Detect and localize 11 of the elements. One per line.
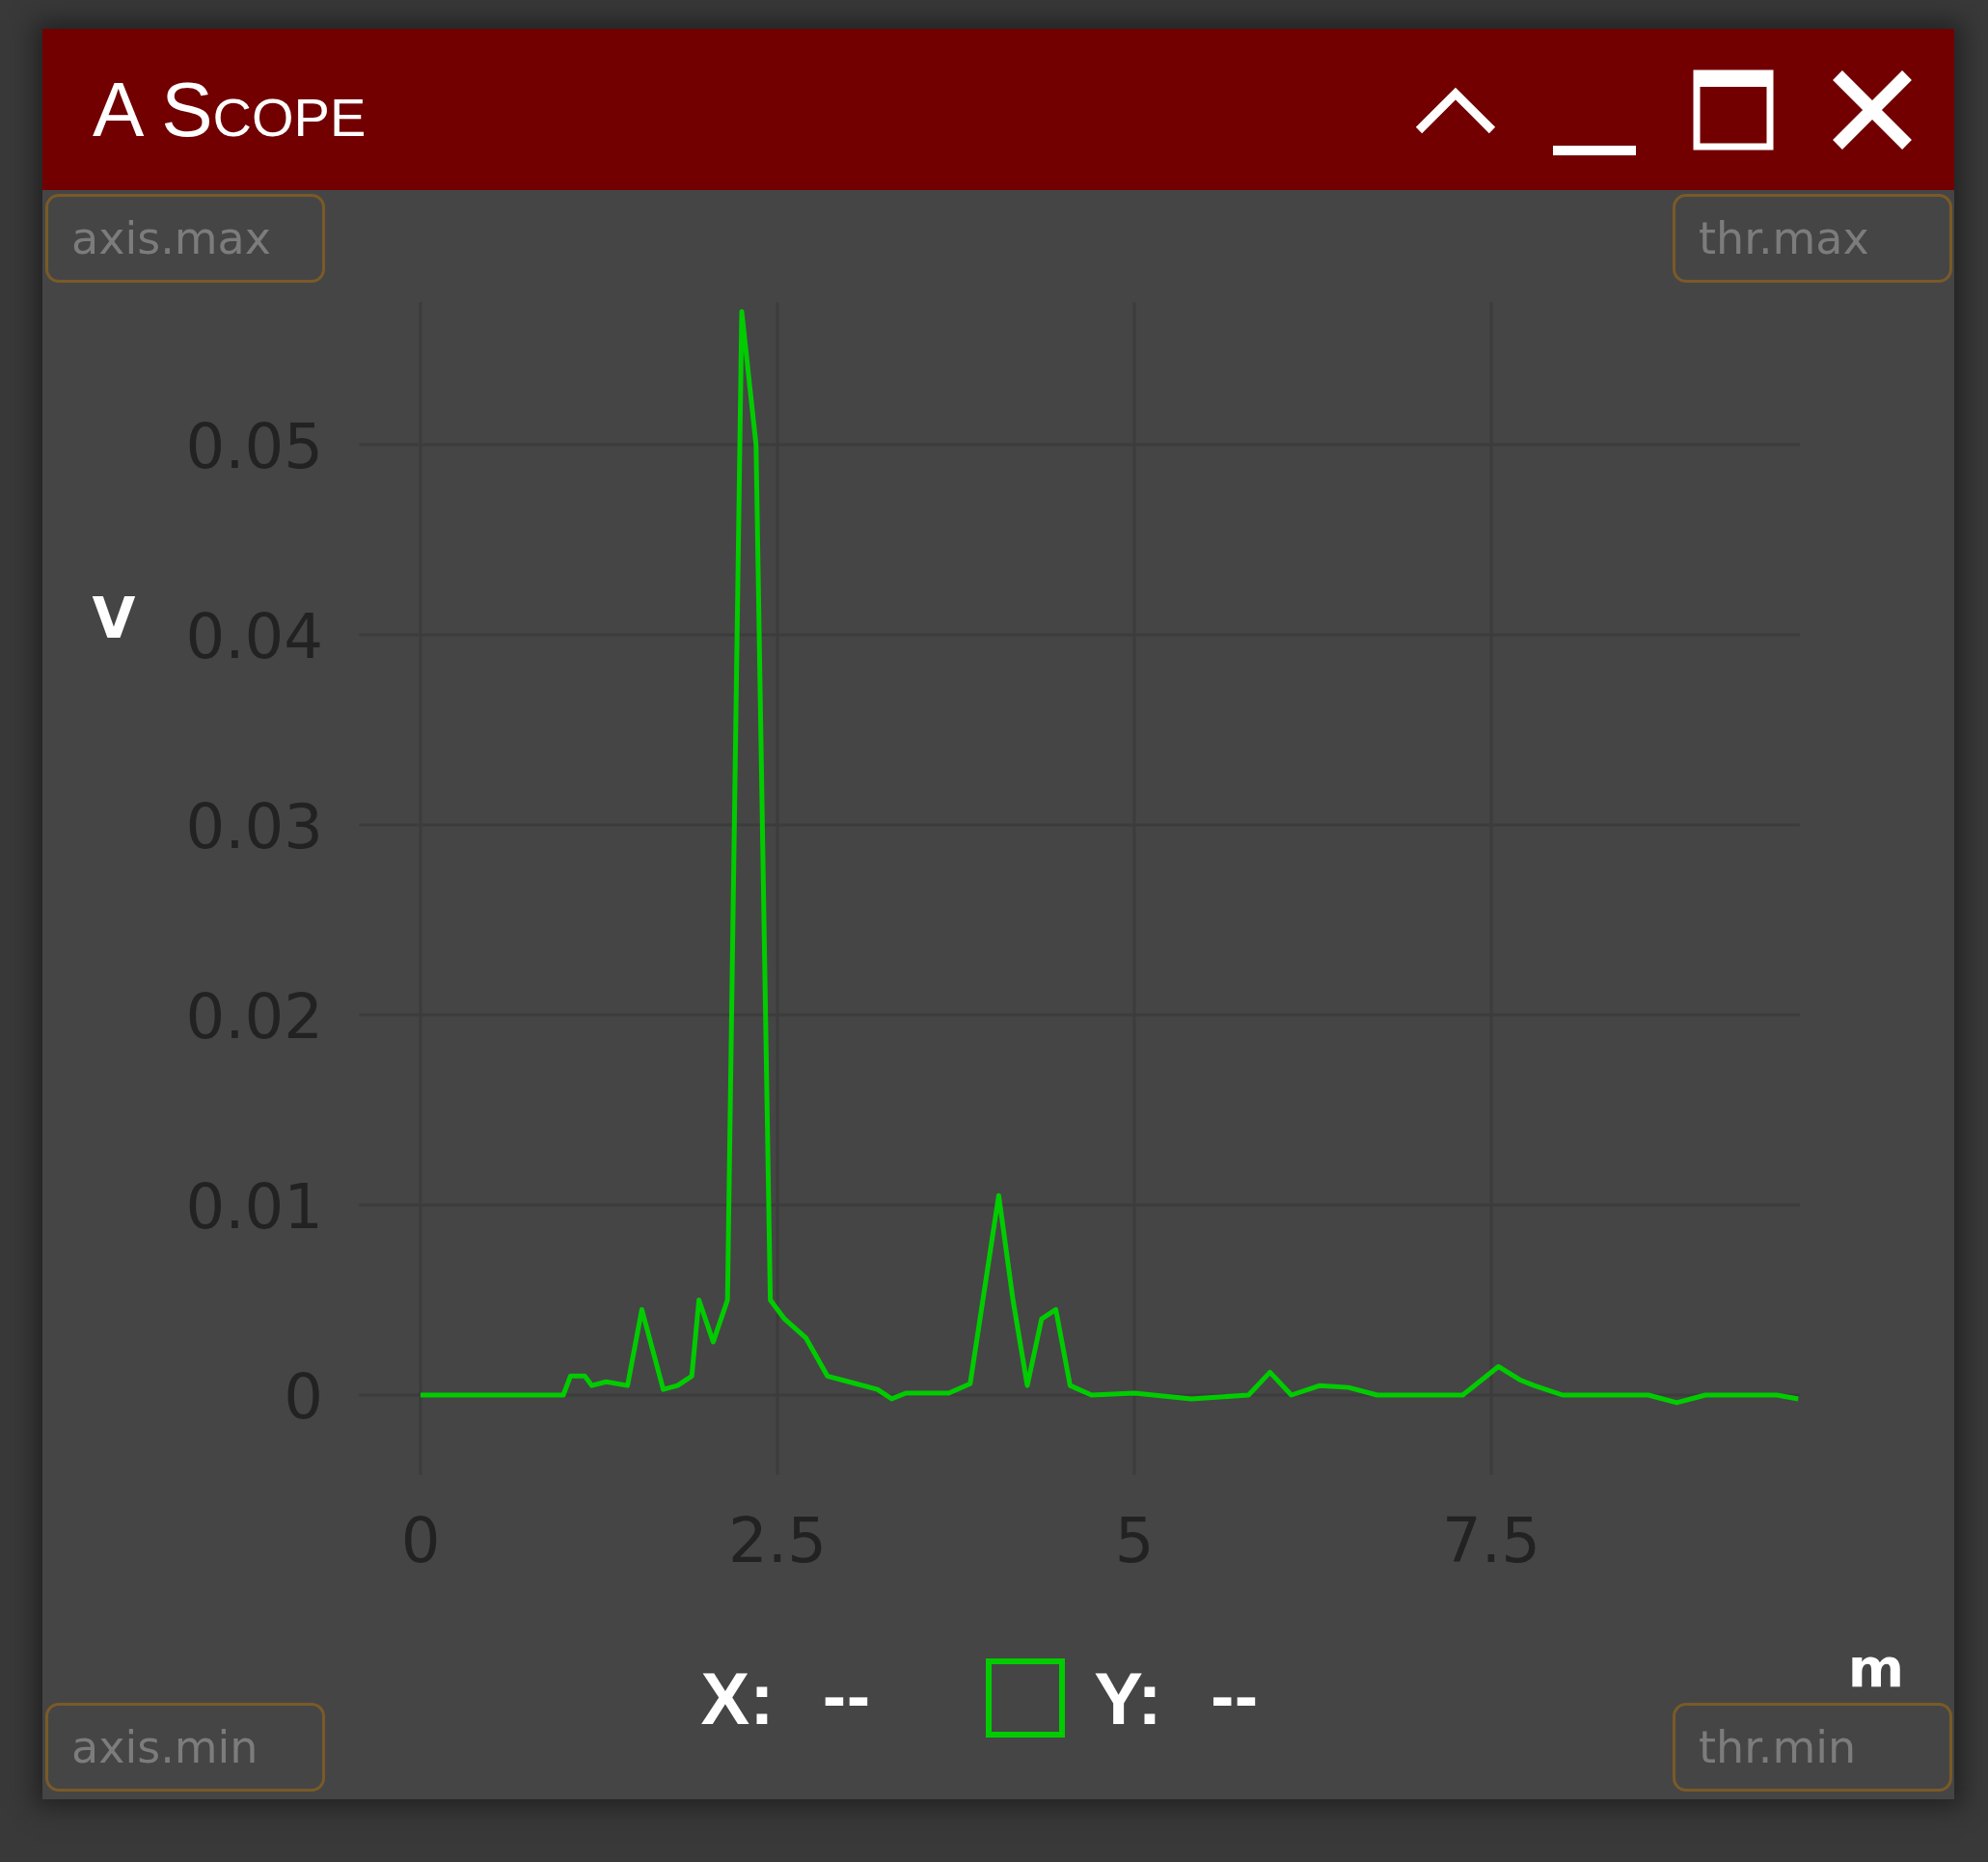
y-axis-label: V bbox=[92, 586, 136, 651]
window-title: A Scope bbox=[93, 65, 368, 154]
x-label: X: bbox=[700, 1656, 775, 1740]
x-value: -- bbox=[822, 1664, 871, 1732]
y-value: -- bbox=[1210, 1664, 1259, 1732]
x-axis-label: m bbox=[1847, 1636, 1904, 1699]
maximize-icon bbox=[1693, 68, 1774, 151]
y-label: Y: bbox=[1094, 1656, 1162, 1740]
close-icon bbox=[1832, 68, 1913, 151]
chevron-up-icon bbox=[1415, 85, 1496, 134]
minimize-icon bbox=[1553, 145, 1636, 155]
